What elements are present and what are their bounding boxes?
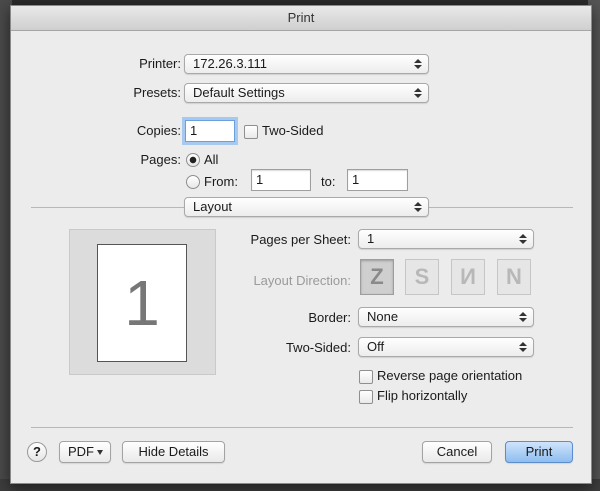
- chevron-down-icon: [97, 450, 103, 455]
- layout-two-sided-label: Two-Sided:: [285, 340, 351, 355]
- pdf-menu-button[interactable]: PDF: [59, 441, 111, 463]
- popup-arrows-icon: [519, 340, 527, 354]
- presets-label: Presets:: [133, 85, 181, 100]
- separator: [31, 207, 184, 208]
- border-popup[interactable]: None: [358, 307, 534, 327]
- print-dialog: Print Printer: 172.26.3.111 Presets: Def…: [10, 5, 592, 484]
- popup-arrows-icon: [414, 86, 422, 100]
- popup-arrows-icon: [414, 57, 422, 71]
- layout-z-icon[interactable]: Z: [360, 259, 394, 295]
- layout-two-sided-popup[interactable]: Off: [358, 337, 534, 357]
- printer-popup[interactable]: 172.26.3.111: [184, 54, 429, 74]
- help-button[interactable]: ?: [27, 442, 47, 462]
- pages-from-label: From:: [204, 174, 238, 189]
- separator: [429, 207, 573, 208]
- section-popup-value: Layout: [193, 199, 233, 214]
- layout-two-sided-value: Off: [367, 339, 385, 354]
- pages-per-sheet-value: 1: [367, 231, 375, 246]
- presets-popup[interactable]: Default Settings: [184, 83, 429, 103]
- pages-from-radio[interactable]: [186, 175, 200, 189]
- pages-from-field[interactable]: 1: [251, 169, 311, 191]
- cancel-button[interactable]: Cancel: [422, 441, 492, 463]
- printer-label: Printer:: [139, 56, 181, 71]
- pages-to-label: to:: [321, 174, 336, 189]
- presets-value: Default Settings: [193, 85, 285, 100]
- print-button[interactable]: Print: [505, 441, 573, 463]
- hide-details-button[interactable]: Hide Details: [122, 441, 225, 463]
- printer-value: 172.26.3.111: [193, 56, 267, 71]
- pdf-label: PDF: [68, 444, 94, 459]
- border-label: Border:: [308, 310, 351, 325]
- popup-arrows-icon: [414, 200, 422, 214]
- two-sided-label: Two-Sided: [262, 123, 324, 138]
- pages-label: Pages:: [140, 152, 181, 167]
- popup-arrows-icon: [519, 310, 527, 324]
- reverse-orientation-checkbox[interactable]: [359, 370, 373, 384]
- footer-separator: [31, 427, 573, 428]
- layout-s-icon[interactable]: S: [405, 259, 439, 295]
- pages-to-field[interactable]: 1: [347, 169, 408, 191]
- layout-n-icon[interactable]: N: [497, 259, 531, 295]
- two-sided-checkbox[interactable]: [244, 125, 258, 139]
- layout-direction-label: Layout Direction:: [253, 273, 351, 288]
- reverse-orientation-label: Reverse page orientation: [377, 368, 523, 383]
- popup-arrows-icon: [519, 232, 527, 246]
- copies-field[interactable]: 1: [185, 120, 235, 142]
- pages-all-label: All: [204, 152, 219, 167]
- section-popup[interactable]: Layout: [184, 197, 429, 217]
- dialog-title: Print: [11, 6, 591, 31]
- preview-page: 1: [97, 244, 187, 362]
- border-value: None: [367, 309, 399, 324]
- flip-horizontally-checkbox[interactable]: [359, 390, 373, 404]
- pages-per-sheet-popup[interactable]: 1: [358, 229, 534, 249]
- flip-horizontally-label: Flip horizontally: [377, 388, 468, 403]
- layout-n-reverse-icon[interactable]: И: [451, 259, 485, 295]
- copies-label: Copies:: [136, 123, 181, 138]
- pages-all-radio[interactable]: [186, 153, 200, 167]
- pages-per-sheet-label: Pages per Sheet:: [250, 232, 351, 247]
